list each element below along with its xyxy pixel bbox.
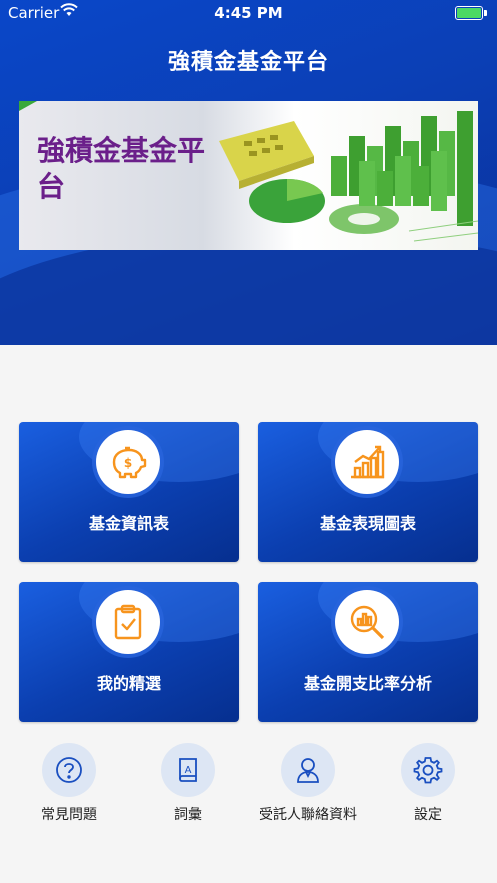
faq-label: 常見問題 — [41, 807, 97, 823]
page-title: 強積金基金平台 — [167, 50, 329, 75]
glossary-label: 詞彙 — [174, 807, 202, 823]
gear-icon — [401, 743, 455, 797]
banner-corner-accent — [19, 101, 37, 111]
bar-chart-icon — [335, 430, 399, 494]
fund-performance-card[interactable]: 基金表現圖表 — [258, 422, 478, 562]
glossary-book-icon: A — [161, 743, 215, 797]
hero-header: Carrier 4:45 PM 強積金基金平台 強積金基金平台 — [0, 0, 497, 345]
status-bar: Carrier 4:45 PM — [0, 0, 497, 26]
settings-button[interactable]: 設定 — [373, 743, 483, 826]
trustee-contact-label: 受託人聯絡資料 — [259, 807, 357, 823]
fund-fact-sheet-card[interactable]: $ 基金資訊表 — [19, 422, 239, 562]
promo-banner[interactable]: 強積金基金平台 — [19, 101, 478, 250]
piggy-bank-icon: $ — [96, 430, 160, 494]
trustee-contact-icon — [281, 743, 335, 797]
expense-ratio-card[interactable]: 基金開支比率分析 — [258, 582, 478, 722]
settings-label: 設定 — [414, 807, 442, 823]
banner-title: 強積金基金平台 — [37, 134, 206, 203]
glossary-button[interactable]: A 詞彙 — [133, 743, 243, 826]
question-icon — [42, 743, 96, 797]
clipboard-check-icon — [96, 590, 160, 654]
battery-icon — [455, 6, 487, 20]
clock: 4:45 PM — [214, 4, 283, 22]
card-label: 我的精選 — [96, 674, 161, 693]
trustee-contact-button[interactable]: 受託人聯絡資料 — [253, 743, 363, 826]
banner-illustration — [219, 111, 478, 242]
card-label: 基金資訊表 — [88, 514, 169, 533]
svg-text:$: $ — [124, 456, 132, 470]
svg-text:A: A — [185, 765, 192, 776]
card-label: 基金開支比率分析 — [303, 674, 432, 693]
card-label: 基金表現圖表 — [319, 514, 416, 533]
faq-button[interactable]: 常見問題 — [14, 743, 124, 826]
my-favourites-card[interactable]: 我的精選 — [19, 582, 239, 722]
chart-magnifier-icon — [335, 590, 399, 654]
